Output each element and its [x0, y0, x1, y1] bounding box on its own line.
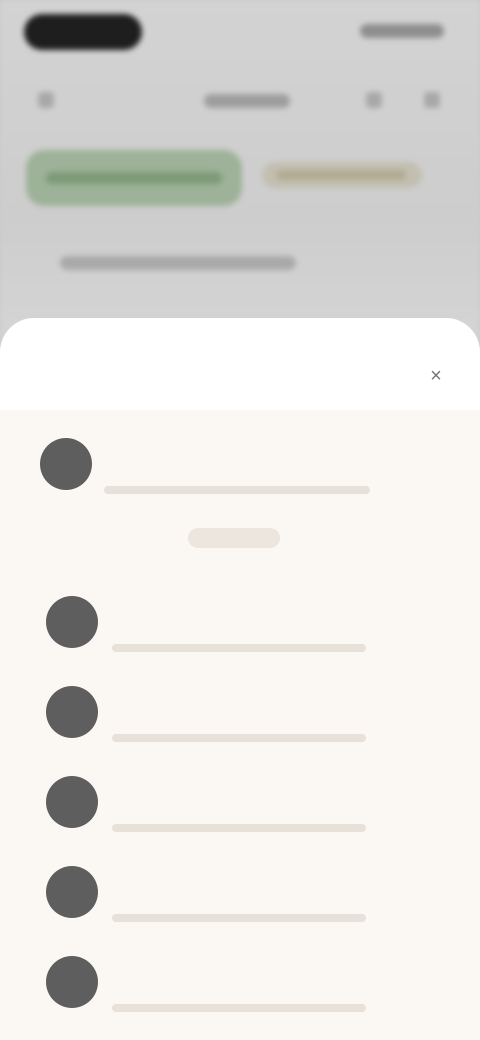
- list-item[interactable]: [0, 756, 480, 846]
- list-item[interactable]: [0, 846, 480, 936]
- item-text-line: [112, 734, 366, 742]
- close-icon: ×: [430, 364, 442, 387]
- background-text-line: [60, 256, 296, 270]
- avatar: [46, 956, 98, 1008]
- item-text-line: [112, 1004, 366, 1012]
- item-action-link[interactable]: [188, 528, 280, 548]
- list-item[interactable]: [0, 936, 480, 1026]
- screen-title: [204, 94, 290, 108]
- more-icon[interactable]: [424, 92, 440, 108]
- bottom-sheet: ×: [0, 318, 480, 1040]
- avatar: [46, 776, 98, 828]
- close-button[interactable]: ×: [422, 362, 450, 390]
- item-text-line: [104, 486, 370, 494]
- sheet-header: ×: [0, 318, 480, 402]
- sheet-list: [0, 410, 480, 1040]
- toolbar-icon[interactable]: [366, 92, 382, 108]
- item-text-line: [112, 644, 366, 652]
- item-text-line: [112, 824, 366, 832]
- avatar: [46, 866, 98, 918]
- tab-active[interactable]: [26, 150, 242, 206]
- back-icon[interactable]: [38, 92, 54, 108]
- list-item[interactable]: [0, 576, 480, 666]
- list-item[interactable]: [0, 410, 480, 576]
- status-bar-pill: [24, 14, 142, 50]
- status-bar-indicators: [360, 24, 444, 38]
- avatar: [40, 438, 92, 490]
- item-text-line: [112, 914, 366, 922]
- list-item[interactable]: [0, 666, 480, 756]
- avatar: [46, 596, 98, 648]
- avatar: [46, 686, 98, 738]
- tab-inactive[interactable]: [262, 162, 422, 188]
- background-screen: [0, 0, 480, 360]
